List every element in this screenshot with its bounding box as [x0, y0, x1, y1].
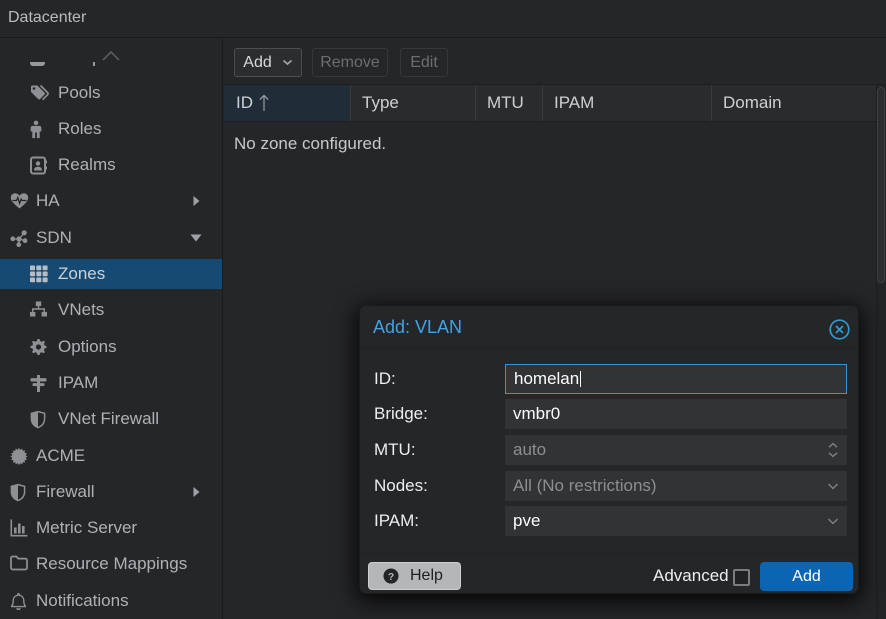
svg-text:?: ?: [388, 572, 394, 583]
